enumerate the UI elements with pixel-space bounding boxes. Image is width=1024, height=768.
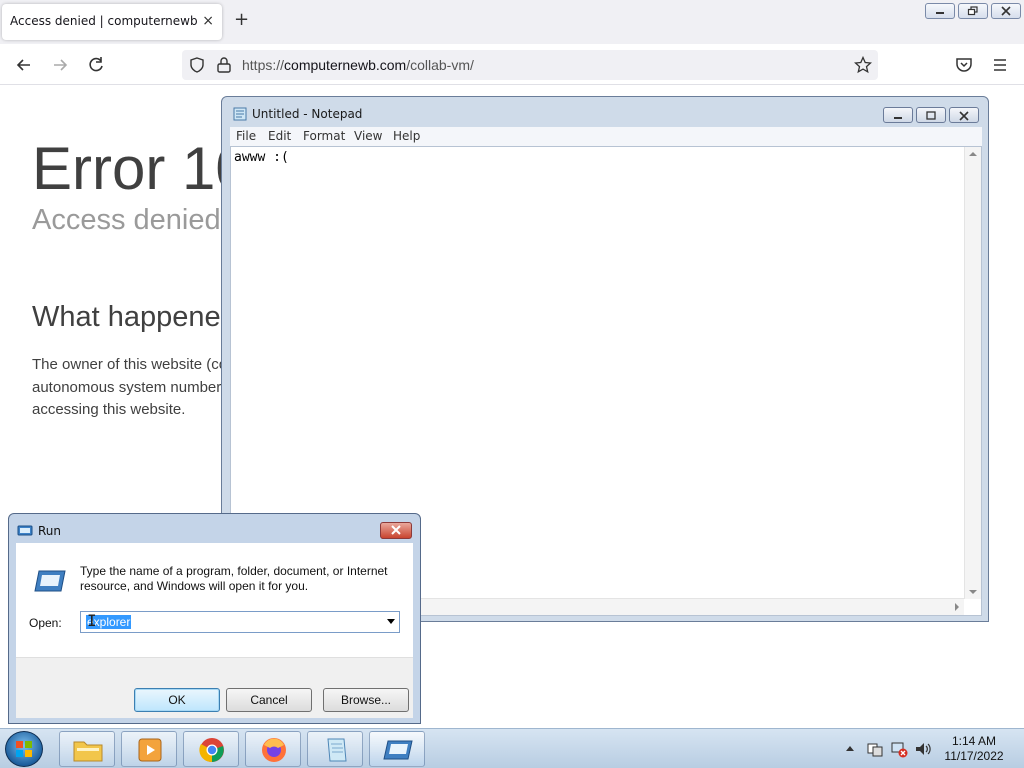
window-title: Untitled - Notepad	[252, 107, 363, 121]
run-program-icon	[34, 570, 66, 592]
maximize-button[interactable]	[916, 107, 946, 123]
chevron-down-icon[interactable]	[387, 619, 395, 624]
menu-format[interactable]: Format	[303, 129, 345, 143]
close-button[interactable]	[949, 107, 979, 123]
ok-button[interactable]: OK	[134, 688, 220, 712]
cancel-button[interactable]: Cancel	[226, 688, 312, 712]
tab-close-icon[interactable]: ×	[202, 13, 214, 29]
pocket-icon[interactable]	[954, 55, 974, 75]
text-cursor-icon: I	[87, 611, 97, 630]
taskbar-notepad[interactable]	[307, 731, 363, 767]
error-subtitle: Access denied	[32, 204, 221, 236]
editor-content[interactable]: awww :(	[234, 150, 289, 165]
taskbar-explorer[interactable]	[59, 731, 115, 767]
url-text[interactable]: https://computernewb.com/collab-vm/	[242, 57, 474, 73]
url-path: /collab-vm/	[406, 57, 474, 73]
description-line: Type the name of a program, folder, docu…	[80, 564, 388, 578]
menu-bar: File Edit Format View Help	[230, 127, 982, 146]
volume-icon[interactable]	[914, 740, 932, 758]
dialog-title: Run	[38, 524, 62, 538]
url-bar[interactable]: https://computernewb.com/collab-vm/	[182, 50, 878, 80]
clock[interactable]: 1:14 AM 11/17/2022	[943, 734, 1005, 764]
tab-access-denied[interactable]: Access denied | computernewb.com ×	[2, 4, 222, 40]
notepad-icon	[233, 107, 247, 121]
taskbar-firefox[interactable]	[245, 731, 301, 767]
close-icon	[959, 111, 969, 121]
windows-logo-icon	[16, 741, 32, 757]
action-center-icon[interactable]	[866, 740, 884, 758]
media-player-icon	[138, 738, 162, 762]
clock-date: 11/17/2022	[944, 749, 1004, 763]
new-tab-button[interactable]: +	[234, 11, 249, 29]
lock-icon[interactable]	[216, 56, 232, 74]
vertical-scrollbar[interactable]	[964, 147, 981, 599]
close-icon	[391, 525, 401, 535]
menu-icon[interactable]	[990, 55, 1010, 75]
minimize-button[interactable]	[883, 107, 913, 123]
chrome-icon	[199, 738, 224, 763]
description-line: resource, and Windows will open it for y…	[80, 579, 309, 593]
scroll-right-icon[interactable]	[954, 603, 960, 611]
tab-title: Access denied | computernewb.com	[10, 14, 198, 28]
start-button[interactable]	[5, 731, 43, 767]
clock-time: 1:14 AM	[951, 734, 997, 748]
dialog-description: Type the name of a program, folder, docu…	[80, 564, 400, 594]
menu-help[interactable]: Help	[393, 129, 420, 143]
url-prefix: https://	[242, 57, 285, 73]
run-dialog: Run Type the name of a program, folder, …	[8, 513, 421, 724]
restore-icon	[967, 6, 978, 16]
minimize-icon	[936, 12, 944, 14]
taskbar: 1:14 AM 11/17/2022	[0, 728, 1024, 768]
close-button[interactable]	[380, 522, 412, 539]
run-icon	[17, 525, 33, 536]
menu-file[interactable]: File	[236, 129, 256, 143]
open-label: Open:	[29, 616, 62, 630]
scroll-up-icon[interactable]	[969, 151, 977, 157]
url-domain: computernewb.com	[284, 57, 407, 73]
menu-view[interactable]: View	[354, 129, 382, 143]
shield-icon[interactable]	[188, 56, 206, 74]
minimize-button[interactable]	[925, 3, 955, 19]
bookmark-star-icon[interactable]	[854, 56, 872, 74]
notepad-icon	[327, 738, 347, 762]
firefox-icon	[262, 738, 286, 762]
restore-button[interactable]	[958, 3, 988, 19]
folder-icon	[73, 741, 103, 762]
show-hidden-icons-icon[interactable]	[845, 744, 855, 752]
nav-bar: https://computernewb.com/collab-vm/	[0, 44, 1024, 85]
taskbar-media-player[interactable]	[121, 731, 177, 767]
forward-icon[interactable]	[50, 55, 70, 75]
minimize-icon	[894, 117, 902, 119]
close-icon	[1001, 6, 1011, 16]
taskbar-chrome[interactable]	[183, 731, 239, 767]
back-icon[interactable]	[14, 55, 34, 75]
maximize-icon	[926, 111, 936, 120]
browse-button[interactable]: Browse...	[323, 688, 409, 712]
open-combobox[interactable]: explorer	[80, 611, 400, 633]
menu-edit[interactable]: Edit	[268, 129, 291, 143]
reload-icon[interactable]	[86, 55, 106, 75]
taskbar-run[interactable]	[369, 731, 425, 767]
network-error-icon[interactable]	[890, 740, 908, 758]
tab-bar: Access denied | computernewb.com × +	[0, 0, 1024, 44]
close-button[interactable]	[991, 3, 1021, 19]
run-icon	[383, 740, 413, 760]
scroll-down-icon[interactable]	[969, 589, 977, 595]
dialog-body: Type the name of a program, folder, docu…	[16, 543, 413, 718]
error-title: Error 10	[32, 135, 249, 202]
what-happened-heading: What happene	[32, 301, 221, 333]
